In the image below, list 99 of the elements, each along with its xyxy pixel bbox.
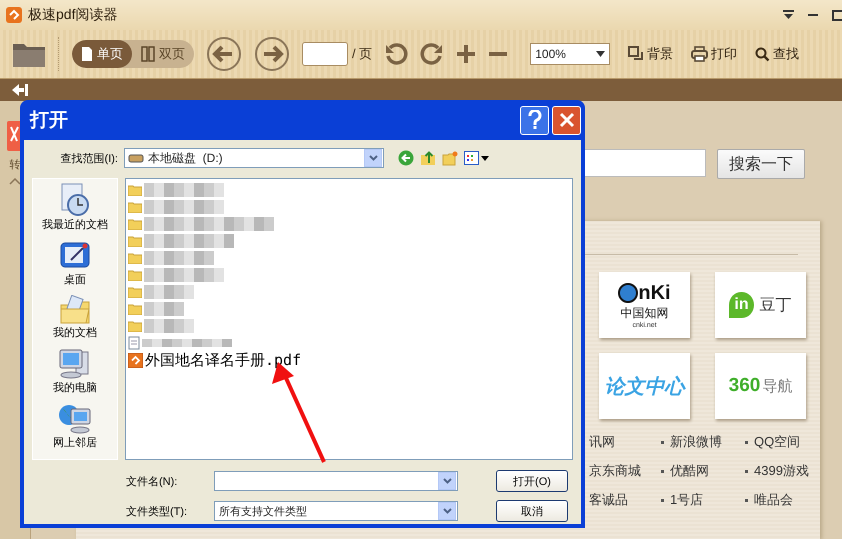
folder-icon (128, 268, 142, 280)
two-page-icon (141, 46, 155, 62)
back-icon[interactable] (398, 150, 414, 166)
bullet-icon (661, 470, 664, 472)
zoom-out-icon[interactable] (488, 51, 508, 57)
previous-page-icon[interactable] (206, 36, 242, 72)
logo-wordmark: 360 (728, 375, 760, 397)
file-type-label: 文件类型(T): (126, 504, 188, 518)
blurred-file-name (144, 284, 194, 298)
leaf-logo: in (729, 292, 754, 318)
bullet-icon (661, 440, 664, 444)
look-in-label: 查找范围(I): (60, 152, 118, 166)
dialog-title: 打开 (30, 109, 69, 133)
places-item[interactable]: 我最近的文档 (42, 183, 108, 232)
page-suffix: / 页 (352, 45, 372, 63)
search-button[interactable]: 搜索一下 (717, 149, 805, 179)
collapse-sidebar-icon[interactable] (12, 83, 28, 97)
sidebar-tab-label[interactable]: 转 (10, 157, 20, 172)
site-link[interactable]: QQ空间 (754, 433, 800, 451)
next-page-icon[interactable] (254, 36, 290, 72)
blurred-file-name (144, 318, 194, 332)
network-icon (58, 403, 92, 435)
file-name-field[interactable] (214, 471, 458, 491)
globe-icon (618, 283, 638, 303)
view-mode-tab[interactable]: 双页 (132, 40, 194, 68)
folder-icon (128, 320, 142, 332)
file-name-label: 文件名(N): (126, 474, 178, 488)
folder-icon (128, 252, 142, 264)
site-link[interactable]: 优酷网 (670, 462, 709, 480)
caret-up-icon[interactable] (9, 178, 21, 185)
app-title: 极速pdf阅读器 (28, 6, 118, 24)
bullet-icon (661, 498, 664, 502)
layers-icon (628, 46, 644, 62)
page-number-field[interactable] (302, 42, 348, 66)
pdf-file-icon (128, 353, 143, 368)
bullet-icon (745, 440, 748, 444)
maximize-icon[interactable] (832, 10, 842, 20)
folder-up-icon[interactable] (420, 150, 436, 166)
logo-label: 豆丁 (760, 296, 792, 316)
site-link[interactable]: 京东商城 (589, 462, 641, 480)
view-menu-icon[interactable] (464, 151, 490, 165)
close-button[interactable] (552, 106, 581, 134)
places-item[interactable]: 桌面 (59, 240, 91, 287)
zoom-dropdown[interactable]: 100% (530, 43, 610, 65)
places-item[interactable]: 我的文档 (53, 295, 97, 340)
rotate-right-icon[interactable] (420, 42, 444, 66)
new-folder-icon[interactable] (442, 150, 458, 166)
documents-folder-icon (59, 295, 91, 325)
cancel-button[interactable]: 取消 (496, 500, 568, 522)
logo-label: 论文中心 (604, 374, 684, 400)
file-type-dropdown[interactable]: 所有支持文件类型 (214, 501, 458, 521)
toolbar-action[interactable]: 查找 (755, 45, 800, 63)
zoom-in-icon[interactable] (456, 44, 476, 64)
folder-icon (128, 200, 142, 212)
places-item[interactable]: 我的电脑 (53, 348, 97, 395)
dropdown-arrow-icon (596, 51, 606, 57)
open-button[interactable]: 打开(O) (496, 470, 568, 492)
page-icon (81, 46, 93, 62)
bullet-icon (745, 498, 748, 502)
minimize-icon[interactable] (808, 13, 818, 17)
question-mark-icon (528, 110, 542, 130)
folder-icon (128, 184, 142, 196)
look-in-dropdown[interactable]: 本地磁盘 (D:) (124, 148, 384, 168)
recent-documents-icon (59, 183, 91, 217)
logo-label: 导航 (762, 376, 792, 396)
toolbar-action[interactable]: 背景 (628, 45, 674, 63)
help-button[interactable] (520, 106, 549, 134)
rotate-left-icon[interactable] (384, 42, 408, 66)
text-file-icon (128, 336, 140, 350)
folder-icon (128, 218, 142, 230)
docin-tile[interactable]: in 豆丁 (715, 272, 806, 338)
toolbar-action[interactable]: 打印 (691, 45, 738, 63)
blurred-file-name (144, 250, 214, 264)
site-link[interactable]: 新浪微博 (670, 433, 722, 451)
close-icon (558, 112, 574, 128)
search-icon (755, 46, 770, 62)
view-mode-tab[interactable]: 单页 (72, 40, 132, 68)
site-link[interactable]: 1号店 (670, 491, 704, 509)
nav-360-tile[interactable]: 360 导航 (715, 353, 806, 419)
site-link[interactable]: 客诚品 (589, 491, 628, 509)
places-item[interactable]: 网上邻居 (53, 403, 97, 450)
site-link[interactable]: 唯品会 (754, 491, 793, 509)
drive-icon (128, 152, 144, 164)
chevron-down-icon (442, 478, 452, 484)
folder-icon (128, 302, 142, 314)
chevron-down-icon (442, 508, 452, 514)
folder-icon (128, 234, 142, 246)
bullet-icon (745, 470, 748, 472)
logo-wordmark: nKi (638, 282, 671, 304)
app-logo-icon (6, 7, 22, 23)
site-link[interactable]: 讯网 (589, 433, 615, 451)
blurred-file-name (144, 302, 184, 316)
folder-icon (128, 286, 142, 298)
site-link[interactable]: 4399游戏 (754, 462, 809, 480)
file-name[interactable]: 外国地名译名手册.pdf (145, 351, 302, 370)
logo-label: 中国知网 (620, 304, 668, 322)
dropdown-menu-icon[interactable] (783, 10, 794, 20)
chevron-down-icon (368, 155, 378, 161)
printer-icon (691, 46, 708, 62)
